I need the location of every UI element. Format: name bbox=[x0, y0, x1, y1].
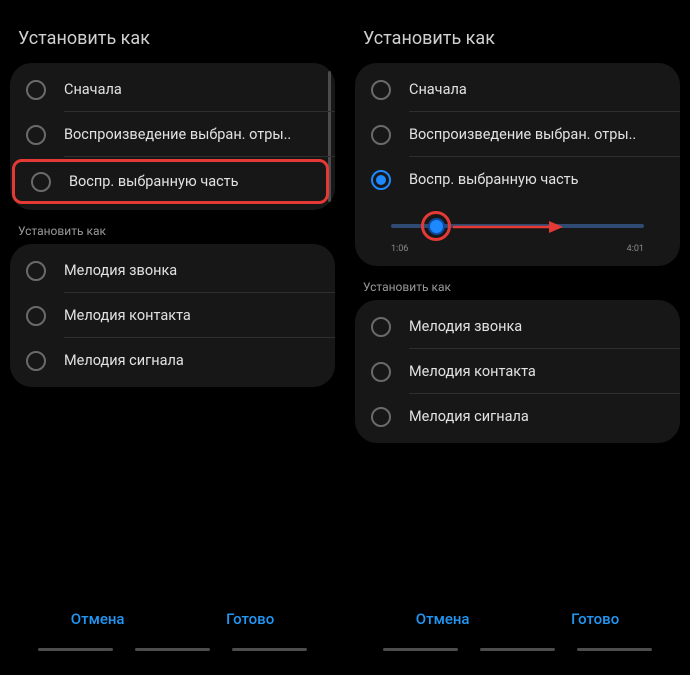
radio-label: Мелодия звонка bbox=[64, 262, 187, 279]
radio-row-vybran-otry[interactable]: Воспроизведение выбран. отры.. bbox=[355, 112, 680, 157]
radio-row-vybran-otry[interactable]: Воспроизведение выбран. отры.. bbox=[10, 112, 335, 157]
trim-slider[interactable]: 1:06 4:01 bbox=[355, 202, 680, 262]
radio-label: Сначала bbox=[64, 81, 132, 98]
radio-icon bbox=[26, 125, 46, 145]
radio-row-melody-call[interactable]: Мелодия звонка bbox=[10, 248, 335, 293]
swipe-bar bbox=[135, 648, 210, 651]
swipe-bar bbox=[38, 648, 113, 651]
radio-row-vybrannuyu-chast[interactable]: Воспр. выбранную часть bbox=[12, 159, 329, 204]
app-switcher-bars[interactable] bbox=[0, 648, 345, 675]
radio-label: Мелодия звонка bbox=[409, 318, 532, 335]
left-pane: Установить как Сначала Воспроизведение в… bbox=[0, 0, 345, 675]
bottom-bar: Отмена Готово bbox=[345, 602, 690, 648]
radio-row-melody-signal[interactable]: Мелодия сигнала bbox=[355, 394, 680, 439]
bottom-bar: Отмена Готово bbox=[0, 602, 345, 648]
section-subtitle: Установить как bbox=[0, 216, 345, 244]
slider-track[interactable] bbox=[371, 210, 664, 242]
radio-row-sначала[interactable]: Сначала bbox=[10, 67, 335, 112]
section-title: Установить как bbox=[0, 28, 345, 63]
radio-row-melody-call[interactable]: Мелодия звонка bbox=[355, 304, 680, 349]
cancel-button[interactable]: Отмена bbox=[406, 602, 480, 636]
radio-row-vybrannuyu-chast[interactable]: Воспр. выбранную часть bbox=[355, 157, 680, 202]
radio-row-melody-contact[interactable]: Мелодия контакта bbox=[10, 293, 335, 338]
radio-icon bbox=[31, 172, 51, 192]
radio-label: Воспр. выбранную часть bbox=[69, 173, 249, 190]
radio-label: Воспроизведение выбран. отры.. bbox=[409, 126, 646, 143]
radio-label: Мелодия сигнала bbox=[409, 408, 539, 425]
radio-label: Мелодия контакта bbox=[64, 307, 201, 324]
playback-card: Сначала Воспроизведение выбран. отры.. В… bbox=[355, 63, 680, 266]
radio-icon bbox=[26, 261, 46, 281]
slider-end-time: 4:01 bbox=[627, 244, 644, 254]
radio-label: Сначала bbox=[409, 81, 477, 98]
app-switcher-bars[interactable] bbox=[345, 648, 690, 675]
radio-icon bbox=[371, 407, 391, 427]
radio-icon bbox=[26, 351, 46, 371]
cancel-button[interactable]: Отмена bbox=[61, 602, 135, 636]
radio-label: Воспроизведение выбран. отры.. bbox=[64, 126, 301, 143]
done-button[interactable]: Готово bbox=[216, 602, 284, 636]
radio-row-melody-signal[interactable]: Мелодия сигнала bbox=[10, 338, 335, 383]
setas-card: Мелодия звонка Мелодия контакта Мелодия … bbox=[10, 244, 335, 387]
done-button[interactable]: Готово bbox=[561, 602, 629, 636]
slider-times: 1:06 4:01 bbox=[371, 242, 664, 254]
swipe-bar bbox=[480, 648, 555, 651]
playback-card: Сначала Воспроизведение выбран. отры.. В… bbox=[10, 63, 335, 210]
radio-icon bbox=[371, 170, 391, 190]
swipe-bar bbox=[577, 648, 652, 651]
section-title: Установить как bbox=[345, 28, 690, 63]
section-subtitle: Установить как bbox=[345, 272, 690, 300]
radio-icon bbox=[371, 80, 391, 100]
slider-thumb[interactable] bbox=[421, 211, 451, 241]
radio-label: Воспр. выбранную часть bbox=[409, 171, 589, 188]
swipe-bar bbox=[232, 648, 307, 651]
radio-row-sначала[interactable]: Сначала bbox=[355, 67, 680, 112]
radio-row-melody-contact[interactable]: Мелодия контакта bbox=[355, 349, 680, 394]
radio-icon bbox=[26, 80, 46, 100]
radio-icon bbox=[371, 317, 391, 337]
radio-label: Мелодия контакта bbox=[409, 363, 546, 380]
swipe-bar bbox=[383, 648, 458, 651]
arrow-right-icon bbox=[453, 220, 563, 234]
radio-icon bbox=[26, 306, 46, 326]
radio-icon bbox=[371, 362, 391, 382]
radio-label: Мелодия сигнала bbox=[64, 352, 194, 369]
slider-start-time: 1:06 bbox=[391, 244, 408, 254]
slider-thumb-inner bbox=[428, 218, 445, 235]
right-pane: Установить как Сначала Воспроизведение в… bbox=[345, 0, 690, 675]
setas-card: Мелодия звонка Мелодия контакта Мелодия … bbox=[355, 300, 680, 443]
radio-icon bbox=[371, 125, 391, 145]
